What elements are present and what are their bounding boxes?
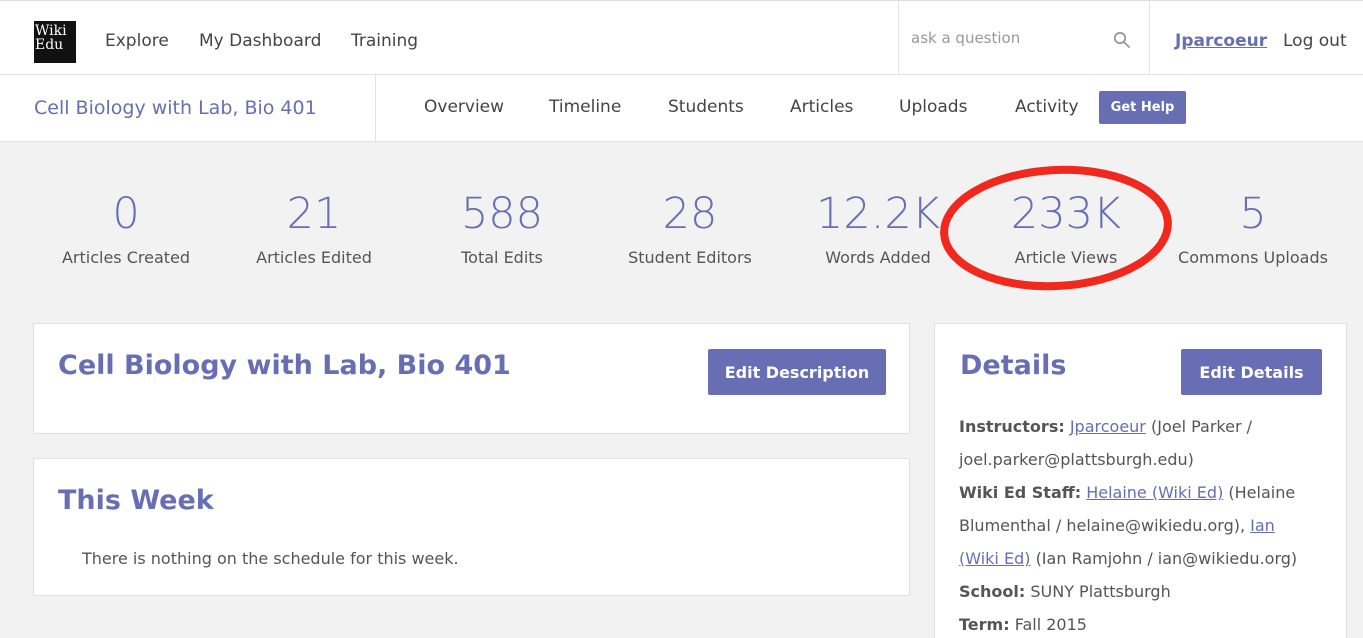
edit-description-button[interactable]: Edit Description bbox=[708, 349, 886, 395]
search-box bbox=[898, 1, 1150, 75]
tab-activity[interactable]: Activity bbox=[1015, 97, 1079, 117]
wiki-edu-logo[interactable]: Wiki Edu bbox=[34, 21, 76, 63]
nav-my-dashboard[interactable]: My Dashboard bbox=[199, 31, 321, 51]
school-label: School: bbox=[959, 582, 1026, 601]
this-week-empty-text: There is nothing on the schedule for thi… bbox=[82, 549, 459, 568]
logout-link[interactable]: Log out bbox=[1283, 31, 1347, 51]
stat-label: Commons Uploads bbox=[1178, 248, 1328, 267]
top-nav-bar: Wiki Edu Explore My Dashboard Training J… bbox=[0, 0, 1363, 75]
stat-value: 0 bbox=[112, 189, 140, 239]
stat-total-edits: 588 Total Edits bbox=[407, 188, 597, 267]
stat-label: Articles Created bbox=[61, 248, 191, 267]
course-nav-bar: Cell Biology with Lab, Bio 401 Overview … bbox=[0, 75, 1363, 142]
staff-label: Wiki Ed Staff: bbox=[959, 483, 1082, 502]
details-panel: Details Edit Details Instructors: Jparco… bbox=[934, 323, 1347, 638]
logo-text-line2: Edu bbox=[35, 37, 64, 53]
stat-student-editors: 28 Student Editors bbox=[595, 188, 785, 267]
stat-label: Articles Edited bbox=[256, 248, 372, 267]
term-value: Fall 2015 bbox=[1014, 615, 1087, 634]
search-input[interactable] bbox=[911, 29, 1101, 47]
red-circle-annotation bbox=[940, 165, 1172, 291]
get-help-button[interactable]: Get Help bbox=[1099, 91, 1186, 124]
nav-explore[interactable]: Explore bbox=[105, 31, 169, 51]
logo-text-line1: Wiki bbox=[35, 23, 67, 39]
stat-value: 28 bbox=[662, 189, 718, 239]
course-description-panel: Cell Biology with Lab, Bio 401 Edit Desc… bbox=[33, 323, 910, 434]
school-value: SUNY Plattsburgh bbox=[1030, 582, 1171, 601]
staff-info-ian: (Ian Ramjohn / ian@wikiedu.org) bbox=[1035, 549, 1298, 568]
search-icon[interactable] bbox=[1113, 31, 1131, 49]
stat-commons-uploads: 5 Commons Uploads bbox=[1158, 188, 1348, 267]
stat-value: 5 bbox=[1239, 189, 1267, 239]
tab-overview[interactable]: Overview bbox=[424, 97, 504, 117]
stat-articles-edited: 21 Articles Edited bbox=[219, 188, 409, 267]
tab-students[interactable]: Students bbox=[668, 97, 744, 117]
instructors-label: Instructors: bbox=[959, 417, 1065, 436]
this-week-panel: This Week There is nothing on the schedu… bbox=[33, 458, 910, 596]
tab-uploads[interactable]: Uploads bbox=[899, 97, 967, 117]
stat-value: 21 bbox=[286, 189, 342, 239]
stat-label: Student Editors bbox=[628, 248, 752, 267]
tab-timeline[interactable]: Timeline bbox=[549, 97, 621, 117]
stat-label: Total Edits bbox=[461, 248, 543, 267]
edit-details-button[interactable]: Edit Details bbox=[1181, 349, 1322, 395]
staff-link-helaine[interactable]: Helaine (Wiki Ed) bbox=[1086, 483, 1223, 502]
details-body: Instructors: Jparcoeur (Joel Parker / jo… bbox=[959, 410, 1319, 638]
stat-articles-created: 0 Articles Created bbox=[31, 188, 221, 267]
details-title: Details bbox=[960, 350, 1067, 381]
course-description-title: Cell Biology with Lab, Bio 401 bbox=[58, 350, 511, 381]
course-bar-divider bbox=[375, 75, 376, 142]
nav-training[interactable]: Training bbox=[351, 31, 418, 51]
stat-value: 588 bbox=[460, 189, 544, 239]
course-title-link[interactable]: Cell Biology with Lab, Bio 401 bbox=[34, 97, 317, 119]
term-label: Term: bbox=[959, 615, 1010, 634]
this-week-title: This Week bbox=[58, 485, 214, 516]
user-profile-link[interactable]: Jparcoeur bbox=[1175, 31, 1267, 51]
instructor-link[interactable]: Jparcoeur bbox=[1070, 417, 1146, 436]
tab-articles[interactable]: Articles bbox=[790, 97, 853, 117]
